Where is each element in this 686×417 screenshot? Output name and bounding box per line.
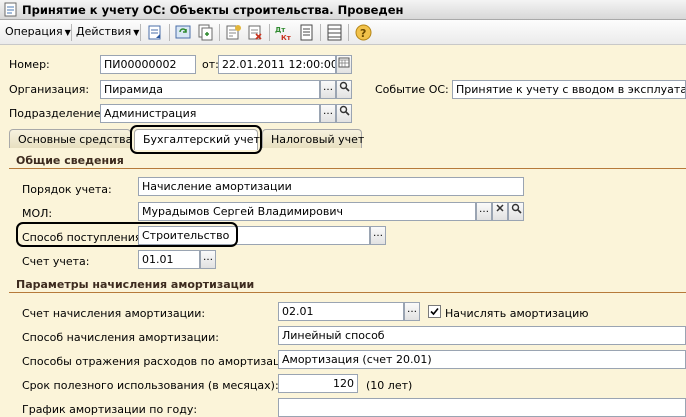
schedule-label: График амортизации по году:: [22, 403, 198, 416]
toolbar-separator: [269, 24, 270, 41]
amort-account-label: Счет начисления амортизации:: [22, 307, 206, 320]
actions-menu[interactable]: Действия ▼: [76, 25, 139, 38]
toolbar-separator: [348, 24, 349, 41]
tab-tax-accounting[interactable]: Налоговый учет: [262, 129, 364, 149]
department-label: Подразделение:: [9, 107, 105, 120]
amort-method-label: Способ начисления амортизации:: [22, 331, 219, 344]
mol-field[interactable]: Мурадымов Сергей Владимирович: [138, 202, 476, 221]
toolbar-separator: [320, 24, 321, 41]
amort-account-field[interactable]: 02.01: [278, 302, 404, 321]
tab-accounting[interactable]: Бухгалтерский учет: [134, 129, 260, 150]
actions-menu-label: Действия: [76, 25, 132, 38]
dropdown-arrow-icon: ▼: [64, 28, 71, 37]
organization-label: Организация:: [9, 83, 90, 96]
general-section-title: Общие сведения: [16, 154, 124, 167]
accounting-order-label: Порядок учета:: [22, 183, 112, 196]
toolbar-separator: [71, 24, 72, 41]
useful-life-label: Срок полезного использования (в месяцах)…: [22, 379, 279, 392]
department-open-button[interactable]: [336, 104, 352, 123]
expense-method-label: Способы отражения расходов по амортизаци…: [22, 355, 299, 368]
mol-label: МОЛ:: [22, 207, 53, 220]
post-and-close-icon[interactable]: [146, 23, 165, 42]
title-bar: Принятие к учету ОС: Объекты строительст…: [0, 0, 686, 20]
organization-field[interactable]: Пирамида: [100, 80, 320, 99]
toolbar-separator: [219, 24, 220, 41]
number-field[interactable]: ПИ00000002: [100, 55, 196, 74]
date-field[interactable]: 22.01.2011 12:00:00: [218, 55, 336, 74]
operation-menu-label: Операция: [5, 25, 63, 38]
mol-select-button[interactable]: …: [476, 202, 492, 221]
receipt-method-select-button[interactable]: …: [370, 226, 386, 245]
svg-text:?: ?: [360, 27, 366, 40]
event-label: Событие ОС:: [375, 83, 449, 96]
department-field[interactable]: Администрация: [100, 104, 320, 123]
charge-amortization-label: Начислять амортизацию: [445, 307, 589, 320]
calendar-icon: [338, 57, 350, 68]
dropdown-arrow-icon: ▼: [133, 28, 140, 37]
debit-credit-icon[interactable]: Дт Кт: [274, 23, 293, 42]
receipt-method-label: Способ поступления:: [22, 231, 146, 244]
amort-account-select-button[interactable]: …: [404, 302, 420, 321]
search-icon: [511, 203, 522, 214]
section-divider: [9, 168, 686, 169]
amort-method-field[interactable]: Линейный способ: [278, 326, 686, 345]
useful-life-years: (10 лет): [366, 379, 413, 392]
clear-icon: [496, 204, 504, 212]
unpost-document-icon[interactable]: [246, 23, 265, 42]
post-document-icon[interactable]: [224, 23, 243, 42]
refresh-icon[interactable]: [174, 23, 193, 42]
structure-icon[interactable]: [325, 23, 344, 42]
department-select-button[interactable]: …: [320, 104, 336, 123]
number-label: Номер:: [9, 58, 50, 71]
copy-icon[interactable]: [196, 23, 215, 42]
toolbar-separator: [169, 24, 170, 41]
toolbar-separator: [140, 24, 141, 41]
useful-life-field[interactable]: 120: [278, 374, 358, 393]
calendar-button[interactable]: [336, 55, 352, 74]
amortization-section-title: Параметры начисления амортизации: [16, 278, 255, 291]
operation-menu[interactable]: Операция ▼: [5, 25, 71, 38]
charge-amortization-checkbox[interactable]: [428, 305, 441, 318]
accounting-order-field[interactable]: Начисление амортизации: [138, 177, 524, 196]
checkmark-icon: [430, 307, 439, 316]
search-icon: [339, 81, 350, 92]
help-icon[interactable]: ?: [354, 23, 373, 42]
svg-text:Дт: Дт: [275, 26, 286, 34]
svg-text:Кт: Кт: [281, 34, 292, 42]
receipt-method-field[interactable]: Строительство: [138, 226, 370, 245]
account-label: Счет учета:: [22, 255, 90, 268]
print-form-icon[interactable]: [297, 23, 316, 42]
organization-select-button[interactable]: …: [320, 80, 336, 99]
mol-clear-button[interactable]: [492, 202, 508, 221]
organization-open-button[interactable]: [336, 80, 352, 99]
schedule-field[interactable]: [278, 398, 686, 417]
section-divider: [9, 292, 686, 293]
toolbar: Операция ▼ Действия ▼ Дт Кт ?: [0, 20, 686, 45]
account-select-button[interactable]: …: [200, 250, 216, 269]
document-icon: [4, 2, 17, 17]
mol-open-button[interactable]: [508, 202, 524, 221]
date-from-label: от:: [202, 58, 219, 71]
search-icon: [339, 105, 350, 116]
tab-fixed-assets[interactable]: Основные средства: [9, 129, 132, 149]
account-field[interactable]: 01.01: [138, 250, 200, 269]
event-field[interactable]: Принятие к учету с вводом в эксплуатацию: [452, 80, 686, 99]
expense-method-field[interactable]: Амортизация (счет 20.01): [278, 350, 686, 369]
window-title: Принятие к учету ОС: Объекты строительст…: [22, 3, 404, 17]
